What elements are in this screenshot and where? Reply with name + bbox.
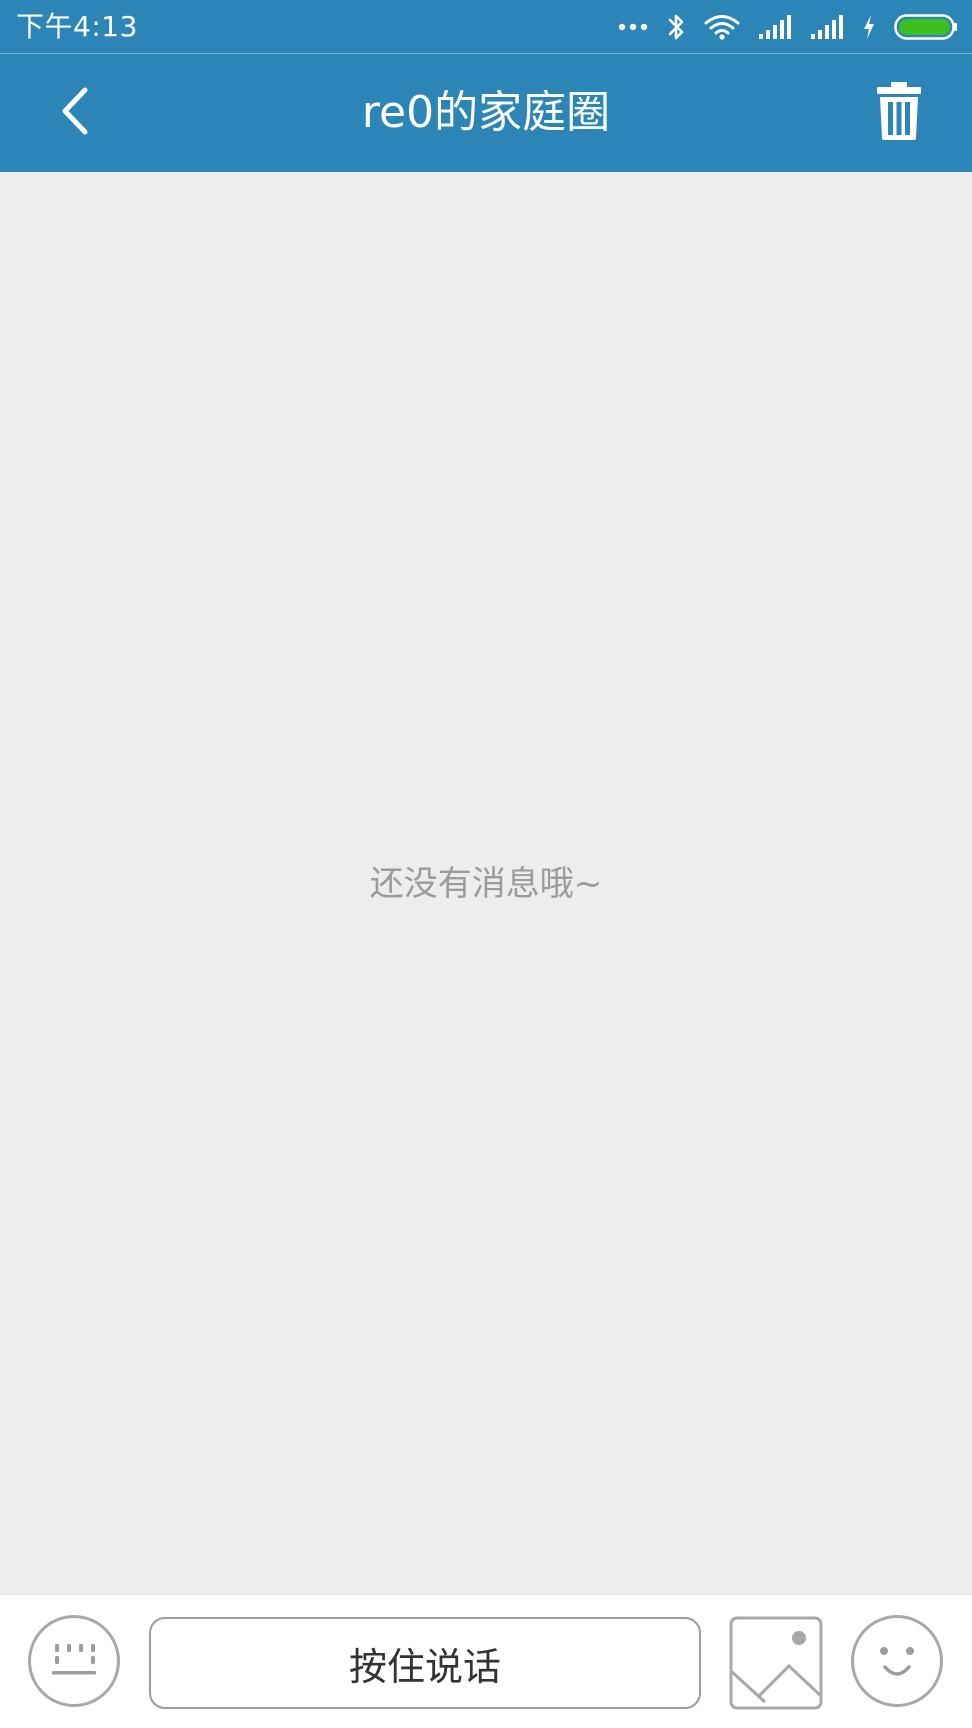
page-title: re0的家庭圈 [361,87,611,138]
status-time: 下午4:13 [16,10,138,43]
hold-to-talk-button[interactable]: 按住说话 [149,1617,701,1709]
image-icon [729,1616,823,1714]
message-list[interactable]: 还没有消息哦~ [0,172,972,1594]
keyboard-icon [49,1641,99,1681]
signal-icon [810,14,844,40]
status-icons [618,9,958,45]
more-dots-icon [618,22,648,32]
wifi-icon [704,13,740,41]
emoji-button[interactable] [851,1615,943,1707]
app-header: re0的家庭圈 [0,54,972,172]
trash-icon [877,82,921,144]
smiley-icon [867,1629,927,1693]
bluetooth-icon [666,12,686,42]
status-bar: 下午4:13 [0,0,972,54]
empty-state-text: 还没有消息哦~ [369,864,603,904]
back-button[interactable] [40,78,110,148]
chevron-left-icon [57,86,93,140]
input-bar: 按住说话 [0,1594,972,1728]
keyboard-toggle-button[interactable] [28,1615,120,1707]
battery-icon [894,14,958,40]
image-picker-button[interactable] [729,1616,823,1710]
signal-icon [758,14,792,40]
delete-button[interactable] [866,80,932,146]
charging-icon [862,14,876,40]
